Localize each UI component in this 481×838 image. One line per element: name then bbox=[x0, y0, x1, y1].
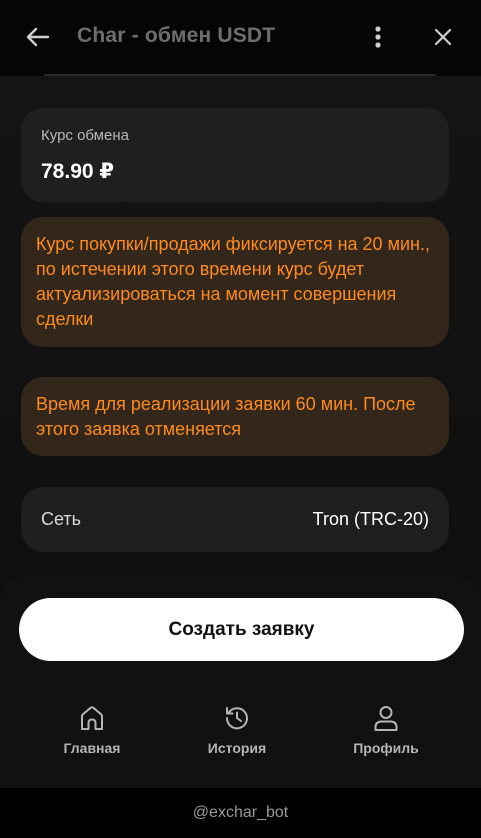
window-title: Char - обмен USDT bbox=[77, 24, 276, 47]
close-icon bbox=[434, 28, 452, 46]
time-limit-notice: Время для реализации заявки 60 мин. Посл… bbox=[21, 377, 449, 456]
nav-item-history[interactable]: История bbox=[182, 703, 292, 763]
create-order-button[interactable]: Создать заявку bbox=[19, 598, 464, 661]
network-label: Сеть bbox=[41, 509, 82, 529]
menu-button[interactable] bbox=[364, 22, 392, 52]
history-icon bbox=[225, 707, 248, 730]
arrow-left-icon bbox=[26, 27, 50, 47]
nav-item-profile[interactable]: Профиль bbox=[331, 703, 441, 763]
kebab-menu-icon bbox=[375, 26, 381, 48]
nav-item-home[interactable]: Главная bbox=[37, 703, 147, 763]
exchange-rate-label: Курс обмена bbox=[41, 127, 129, 144]
bot-handle: @exchar_bot bbox=[192, 804, 289, 821]
scroll-divider bbox=[44, 74, 436, 76]
network-selector[interactable]: Сеть Tron (TRC-20) bbox=[21, 487, 449, 552]
back-button[interactable] bbox=[22, 22, 54, 52]
footer-bar: @exchar_bot bbox=[0, 788, 481, 838]
nav-label-profile: Профиль bbox=[353, 740, 419, 756]
close-button[interactable] bbox=[428, 22, 458, 52]
app-header: Char - обмен USDT bbox=[0, 0, 481, 76]
rate-fixed-notice: Курс покупки/продажи фиксируется на 20 м… bbox=[21, 217, 449, 347]
nav-label-home: Главная bbox=[63, 740, 121, 756]
nav-label-history: История bbox=[207, 740, 267, 756]
home-icon bbox=[81, 706, 103, 730]
exchange-rate-card: Курс обмена 78.90 ₽ bbox=[21, 108, 449, 202]
user-icon bbox=[374, 706, 398, 731]
exchange-rate-value: 78.90 ₽ bbox=[41, 160, 114, 183]
network-value: Tron (TRC-20) bbox=[312, 509, 429, 529]
